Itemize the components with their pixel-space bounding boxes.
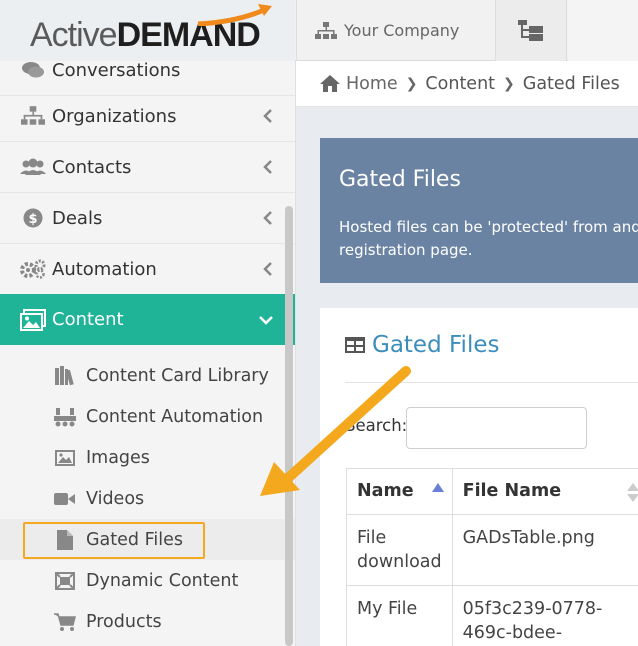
annotation-arrow-icon	[260, 366, 411, 496]
